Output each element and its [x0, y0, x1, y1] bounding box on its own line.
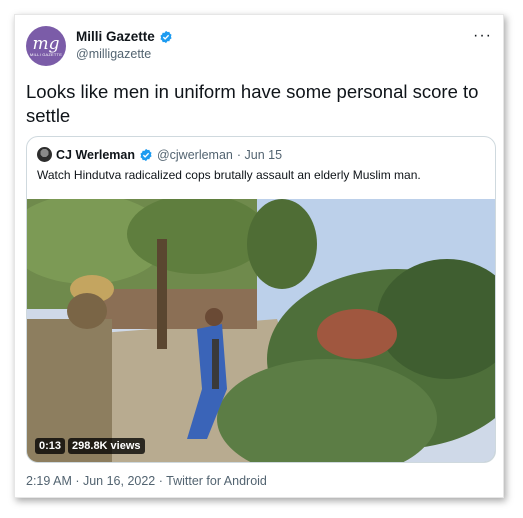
quoted-tweet[interactable]: CJ Werleman @cjwerleman · Jun 15 Watch H… — [26, 136, 496, 463]
video-thumbnail — [27, 199, 495, 462]
avatar-logo: mg — [32, 33, 60, 54]
author-info: Milli Gazette @milligazette — [76, 29, 173, 61]
quoted-date[interactable]: · Jun 15 — [237, 148, 282, 162]
verified-badge-icon — [140, 148, 152, 161]
quoted-header: CJ Werleman @cjwerleman · Jun 15 — [37, 147, 282, 162]
avatar[interactable]: mg MILLI GAZETTE — [26, 26, 66, 66]
video-views: 298.8K views — [68, 438, 145, 454]
video-badges: 0:13 298.8K views — [35, 438, 145, 454]
verified-badge-icon — [160, 30, 172, 43]
tweet-timestamp[interactable]: 2:19 AM · Jun 16, 2022 · Twitter for And… — [26, 474, 267, 488]
quoted-avatar[interactable] — [37, 147, 52, 162]
quoted-author-handle[interactable]: @cjwerleman — [157, 148, 233, 162]
quoted-text: Watch Hindutva radicalized cops brutally… — [37, 168, 421, 182]
tweet-text: Looks like men in uniform have some pers… — [26, 81, 479, 126]
video-player[interactable]: 0:13 298.8K views — [27, 199, 495, 462]
quoted-author-name[interactable]: CJ Werleman — [56, 148, 135, 162]
video-duration: 0:13 — [35, 438, 66, 454]
author-name[interactable]: Milli Gazette — [76, 29, 155, 44]
more-icon[interactable]: ··· — [473, 28, 492, 44]
tweet-card: mg MILLI GAZETTE Milli Gazette @milligaz… — [14, 14, 504, 498]
avatar-subtext: MILLI GAZETTE — [29, 51, 63, 57]
author-handle[interactable]: @milligazette — [76, 47, 173, 61]
tweet-header: mg MILLI GAZETTE Milli Gazette @milligaz… — [26, 26, 492, 70]
